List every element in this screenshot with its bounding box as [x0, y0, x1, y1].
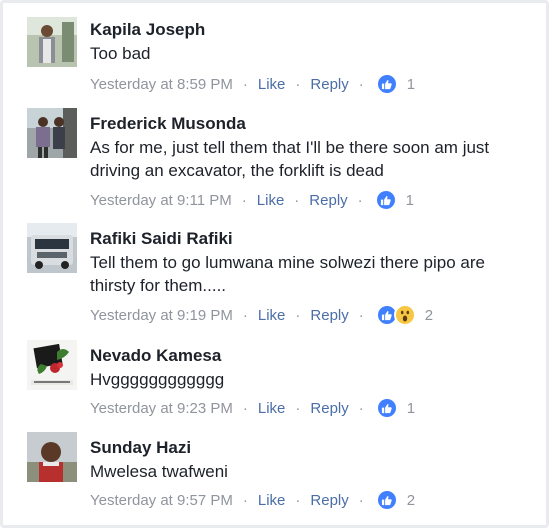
comment-timestamp[interactable]: Yesterday at 8:59 PM: [90, 76, 233, 93]
avatar[interactable]: [27, 223, 77, 273]
comment-meta: Yesterday at 9:19 PM · Like · Reply · 2: [90, 304, 433, 326]
comments-panel: Kapila Joseph Too bad Yesterday at 8:59 …: [0, 0, 549, 528]
separator-dot: ·: [242, 399, 248, 417]
comment-text: As for me, just tell them that I'll be t…: [90, 138, 490, 180]
comment-meta: Yesterday at 9:57 PM · Like · Reply · 2: [90, 489, 415, 511]
commenter-name[interactable]: Nevado Kamesa: [90, 346, 221, 366]
separator-dot: ·: [242, 306, 248, 324]
like-button[interactable]: Like: [258, 492, 286, 509]
separator-dot: ·: [295, 306, 301, 324]
comment-meta: Yesterday at 8:59 PM · Like · Reply · 1: [90, 73, 415, 95]
reply-button[interactable]: Reply: [310, 76, 348, 93]
separator-dot: ·: [294, 191, 300, 209]
like-icon: [374, 189, 397, 211]
separator-dot: ·: [295, 75, 301, 93]
separator-dot: ·: [358, 491, 364, 509]
reactions-summary[interactable]: 1: [375, 397, 416, 419]
comment-timestamp[interactable]: Yesterday at 9:57 PM: [90, 492, 233, 509]
like-button[interactable]: Like: [258, 307, 286, 324]
comment-meta: Yesterday at 9:23 PM · Like · Reply · 1: [90, 397, 415, 419]
separator-dot: ·: [241, 191, 247, 209]
commenter-name[interactable]: Kapila Joseph: [90, 20, 205, 40]
avatar[interactable]: [27, 108, 77, 158]
comment-timestamp[interactable]: Yesterday at 9:11 PM: [90, 192, 232, 209]
separator-dot: ·: [242, 75, 248, 93]
reactions-summary[interactable]: 2: [375, 304, 434, 326]
comment-text: Tell them to go lumwana mine solwezi the…: [90, 253, 485, 295]
reactions-summary[interactable]: 1: [374, 189, 414, 211]
reaction-count: 2: [424, 306, 434, 324]
comment-text: Mwelesa twafweni: [90, 462, 228, 481]
like-icon: [375, 489, 398, 511]
like-icon: [375, 397, 398, 419]
reply-button[interactable]: Reply: [310, 400, 348, 417]
comment-text: Hvgggggggggggg: [90, 370, 225, 389]
reaction-count: 1: [405, 191, 414, 209]
commenter-name[interactable]: Rafiki Saidi Rafiki: [90, 229, 233, 249]
separator-dot: ·: [295, 399, 301, 417]
separator-dot: ·: [358, 306, 364, 324]
separator-dot: ·: [358, 75, 364, 93]
like-button[interactable]: Like: [258, 76, 286, 93]
separator-dot: ·: [358, 399, 364, 417]
separator-dot: ·: [295, 491, 301, 509]
commenter-name[interactable]: Frederick Musonda: [90, 114, 246, 134]
wow-icon: [393, 304, 416, 326]
separator-dot: ·: [242, 491, 248, 509]
reaction-count: 2: [406, 491, 416, 509]
reactions-summary[interactable]: 2: [375, 489, 416, 511]
like-button[interactable]: Like: [258, 400, 286, 417]
comment-timestamp[interactable]: Yesterday at 9:19 PM: [90, 307, 233, 324]
avatar[interactable]: [27, 17, 77, 67]
comment-text: Too bad: [90, 44, 151, 63]
comment-meta: Yesterday at 9:11 PM · Like · Reply · 1: [90, 189, 414, 211]
comment-timestamp[interactable]: Yesterday at 9:23 PM: [90, 400, 233, 417]
like-icon: [375, 73, 398, 95]
avatar[interactable]: [27, 340, 77, 390]
like-button[interactable]: Like: [257, 192, 285, 209]
reaction-count: 1: [406, 399, 416, 417]
separator-dot: ·: [357, 191, 363, 209]
avatar[interactable]: [27, 432, 77, 482]
reactions-summary[interactable]: 1: [375, 73, 416, 95]
reply-button[interactable]: Reply: [310, 307, 348, 324]
commenter-name[interactable]: Sunday Hazi: [90, 438, 191, 458]
reply-button[interactable]: Reply: [310, 492, 348, 509]
reaction-count: 1: [406, 75, 416, 93]
reply-button[interactable]: Reply: [309, 192, 347, 209]
